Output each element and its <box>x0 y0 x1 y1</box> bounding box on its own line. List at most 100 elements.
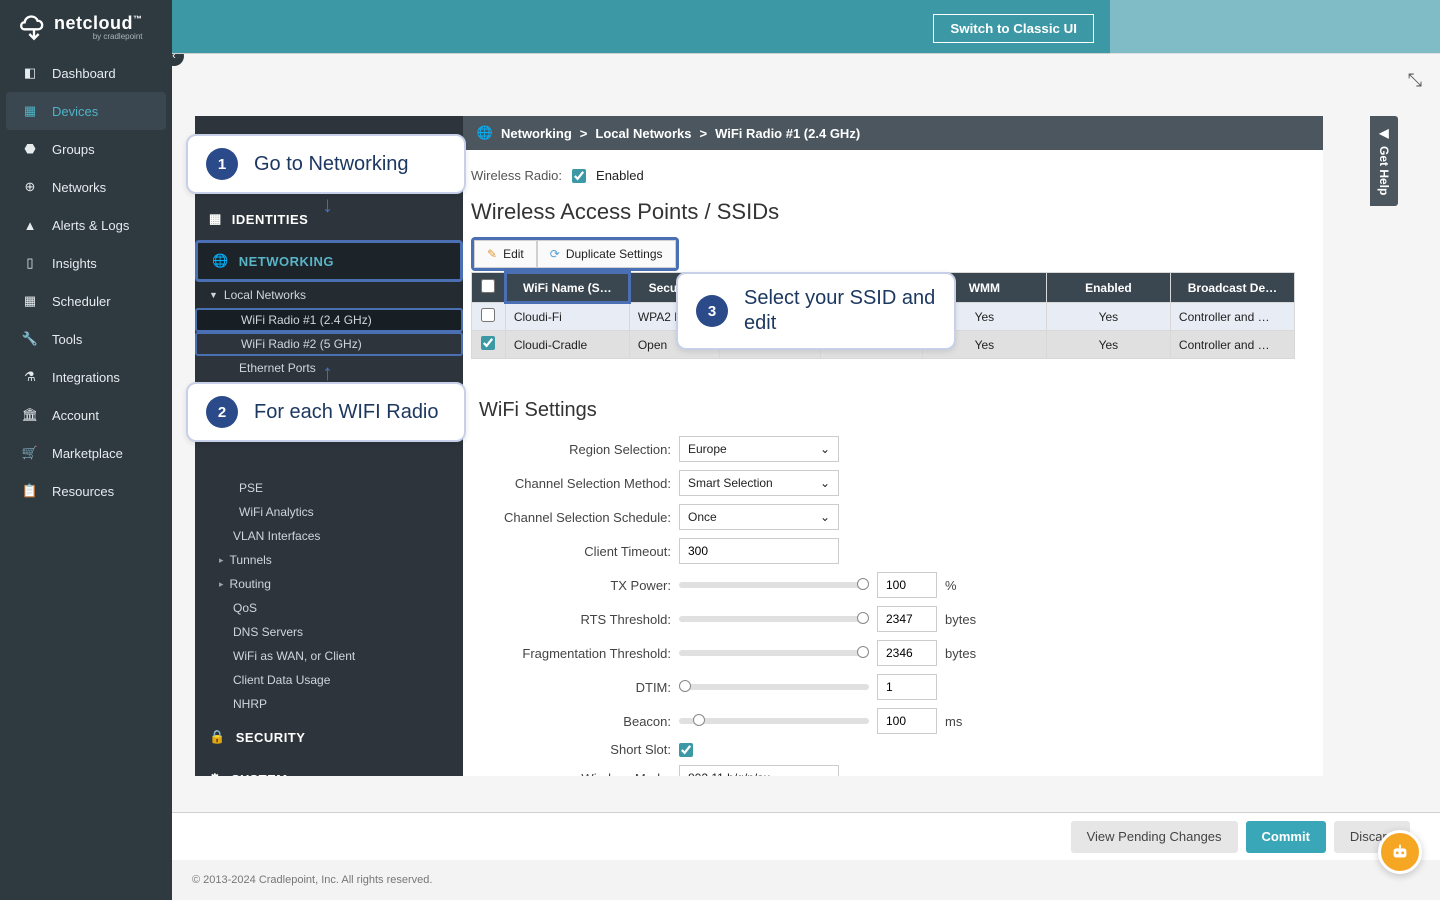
grid-icon: ▦ <box>209 211 222 227</box>
wifi-radio-1-item[interactable]: WiFi Radio #1 (2.4 GHz) <box>195 308 463 332</box>
brand-logo: netcloud™ by cradlepoint <box>0 0 172 54</box>
nav-insights[interactable]: ▯Insights <box>0 244 172 282</box>
pse-item[interactable]: PSE <box>195 476 463 500</box>
frag-slider[interactable] <box>679 650 869 656</box>
pencil-icon: ✎ <box>487 247 497 261</box>
nav-icon: 🏛 <box>22 407 38 423</box>
frag-input[interactable] <box>877 640 937 666</box>
cs-dns-servers[interactable]: DNS Servers <box>195 620 463 644</box>
client-timeout-label: Client Timeout: <box>471 544 671 559</box>
footer: © 2013-2024 Cradlepoint, Inc. All rights… <box>172 860 1440 900</box>
row-checkbox[interactable] <box>481 308 495 322</box>
netcloud-logo-icon <box>20 13 48 41</box>
nav-icon: ▦ <box>22 293 38 309</box>
top-bar: Switch to Classic UI <box>172 0 1440 54</box>
nav-label: Devices <box>52 104 98 119</box>
wifi-radio-2-item[interactable]: WiFi Radio #2 (5 GHz) <box>195 332 463 356</box>
cs-wifi-as-wan-or-client[interactable]: WiFi as WAN, or Client <box>195 644 463 668</box>
nav-label: Account <box>52 408 99 423</box>
channel-method-select[interactable]: Smart Selection⌄ <box>679 470 839 496</box>
left-sidebar: netcloud™ by cradlepoint ◧Dashboard▦Devi… <box>0 0 172 900</box>
edit-button[interactable]: ✎ Edit <box>474 240 537 268</box>
wifi-settings-heading: WiFi Settings <box>479 399 1315 422</box>
system-section[interactable]: ⚙ SYSTEM <box>195 758 463 776</box>
nav-account[interactable]: 🏛 Account <box>0 396 172 434</box>
cell-enabled: Yes <box>1046 331 1170 359</box>
dtim-slider[interactable] <box>679 684 869 690</box>
cell-broadcast: Controller and … <box>1170 303 1294 331</box>
wireless-mode-select[interactable]: 802.11 b/g/n/ax⌄ <box>679 765 839 776</box>
tx-power-slider[interactable] <box>679 582 869 588</box>
nav-groups[interactable]: ⬣ Groups <box>0 130 172 168</box>
breadcrumb: 🌐 Networking > Local Networks > WiFi Rad… <box>463 116 1323 150</box>
cs-vlan-interfaces[interactable]: VLAN Interfaces <box>195 524 463 548</box>
nav-integrations[interactable]: ⚗ Integrations <box>0 358 172 396</box>
cs-client-data-usage[interactable]: Client Data Usage <box>195 668 463 692</box>
nav-icon: ▯ <box>22 255 38 271</box>
globe-icon: 🌐 <box>212 253 229 269</box>
wifi-analytics-item[interactable]: WiFi Analytics <box>195 500 463 524</box>
beacon-input[interactable] <box>877 708 937 734</box>
rts-slider[interactable] <box>679 616 869 622</box>
short-slot-checkbox[interactable] <box>679 743 693 757</box>
nav-dashboard[interactable]: ◧Dashboard <box>0 54 172 92</box>
view-pending-changes-button[interactable]: View Pending Changes <box>1071 821 1238 853</box>
callout-text-1: Go to Networking <box>254 152 409 177</box>
frag-label: Fragmentation Threshold: <box>471 646 671 661</box>
beacon-slider[interactable] <box>679 718 869 724</box>
get-help-tab[interactable]: ◀ Get Help <box>1370 116 1398 206</box>
nav-icon: 📋 <box>22 483 38 499</box>
nav-devices[interactable]: ▦Devices <box>6 92 166 130</box>
nav-scheduler[interactable]: ▦Scheduler <box>0 282 172 320</box>
tx-power-input[interactable] <box>877 572 937 598</box>
nav-icon: ⚗ <box>22 369 38 385</box>
cs-routing[interactable]: ▸Routing <box>195 572 463 596</box>
cs-qos[interactable]: QoS <box>195 596 463 620</box>
bottom-action-bar: View Pending Changes Commit Discard <box>172 812 1440 860</box>
wireless-radio-label: Wireless Radio: <box>471 168 562 183</box>
nav-icon: ⬣ <box>22 141 38 157</box>
wireless-radio-checkbox[interactable] <box>572 169 586 183</box>
nav-label: Integrations <box>52 370 120 385</box>
arrow-left-icon: ◀ <box>1377 126 1391 140</box>
nav-tools[interactable]: 🔧Tools <box>0 320 172 358</box>
channel-sched-select[interactable]: Once⌄ <box>679 504 839 530</box>
duplicate-settings-button[interactable]: ⟳ Duplicate Settings <box>537 240 676 268</box>
switch-classic-ui-button[interactable]: Switch to Classic UI <box>933 14 1094 43</box>
nav-icon: 🛒 <box>22 445 38 461</box>
networking-section[interactable]: 🌐 NETWORKING <box>195 240 463 282</box>
frag-unit: bytes <box>945 646 976 661</box>
cell-name: Cloudi-Cradle <box>505 331 629 359</box>
callout-number-1: 1 <box>206 148 238 180</box>
shrink-icon[interactable]: ⤡ <box>1408 70 1422 91</box>
chevron-down-icon: ⌄ <box>820 476 830 490</box>
row-checkbox[interactable] <box>481 336 495 350</box>
nav-label: Alerts & Logs <box>52 218 129 233</box>
breadcrumb-mid[interactable]: Local Networks <box>595 126 691 141</box>
nav-label: Resources <box>52 484 114 499</box>
cs-tunnels[interactable]: ▸Tunnels <box>195 548 463 572</box>
select-all-header[interactable] <box>472 273 506 303</box>
breadcrumb-root[interactable]: Networking <box>501 126 572 141</box>
security-section[interactable]: 🔒 SECURITY <box>195 716 463 758</box>
nav-icon: ▲ <box>22 217 38 233</box>
local-networks-header[interactable]: ▼ Local Networks <box>195 282 463 308</box>
nav-marketplace[interactable]: 🛒Marketplace <box>0 434 172 472</box>
chat-widget-button[interactable] <box>1378 830 1422 874</box>
robot-icon <box>1389 841 1411 863</box>
chevron-down-icon: ⌄ <box>820 771 830 776</box>
cell-broadcast: Controller and … <box>1170 331 1294 359</box>
nav-alerts-logs[interactable]: ▲ Alerts & Logs <box>0 206 172 244</box>
callout-3: 3 Select your SSID and edit <box>676 272 956 350</box>
callout-number-2: 2 <box>206 396 238 428</box>
short-slot-label: Short Slot: <box>471 742 671 757</box>
region-select[interactable]: Europe⌄ <box>679 436 839 462</box>
dtim-input[interactable] <box>877 674 937 700</box>
cs-nhrp[interactable]: NHRP <box>195 692 463 716</box>
client-timeout-input[interactable] <box>679 538 839 564</box>
nav-networks[interactable]: ⊕Networks <box>0 168 172 206</box>
commit-button[interactable]: Commit <box>1246 821 1326 853</box>
rts-input[interactable] <box>877 606 937 632</box>
nav-resources[interactable]: 📋 Resources <box>0 472 172 510</box>
nav-label: Groups <box>52 142 95 157</box>
